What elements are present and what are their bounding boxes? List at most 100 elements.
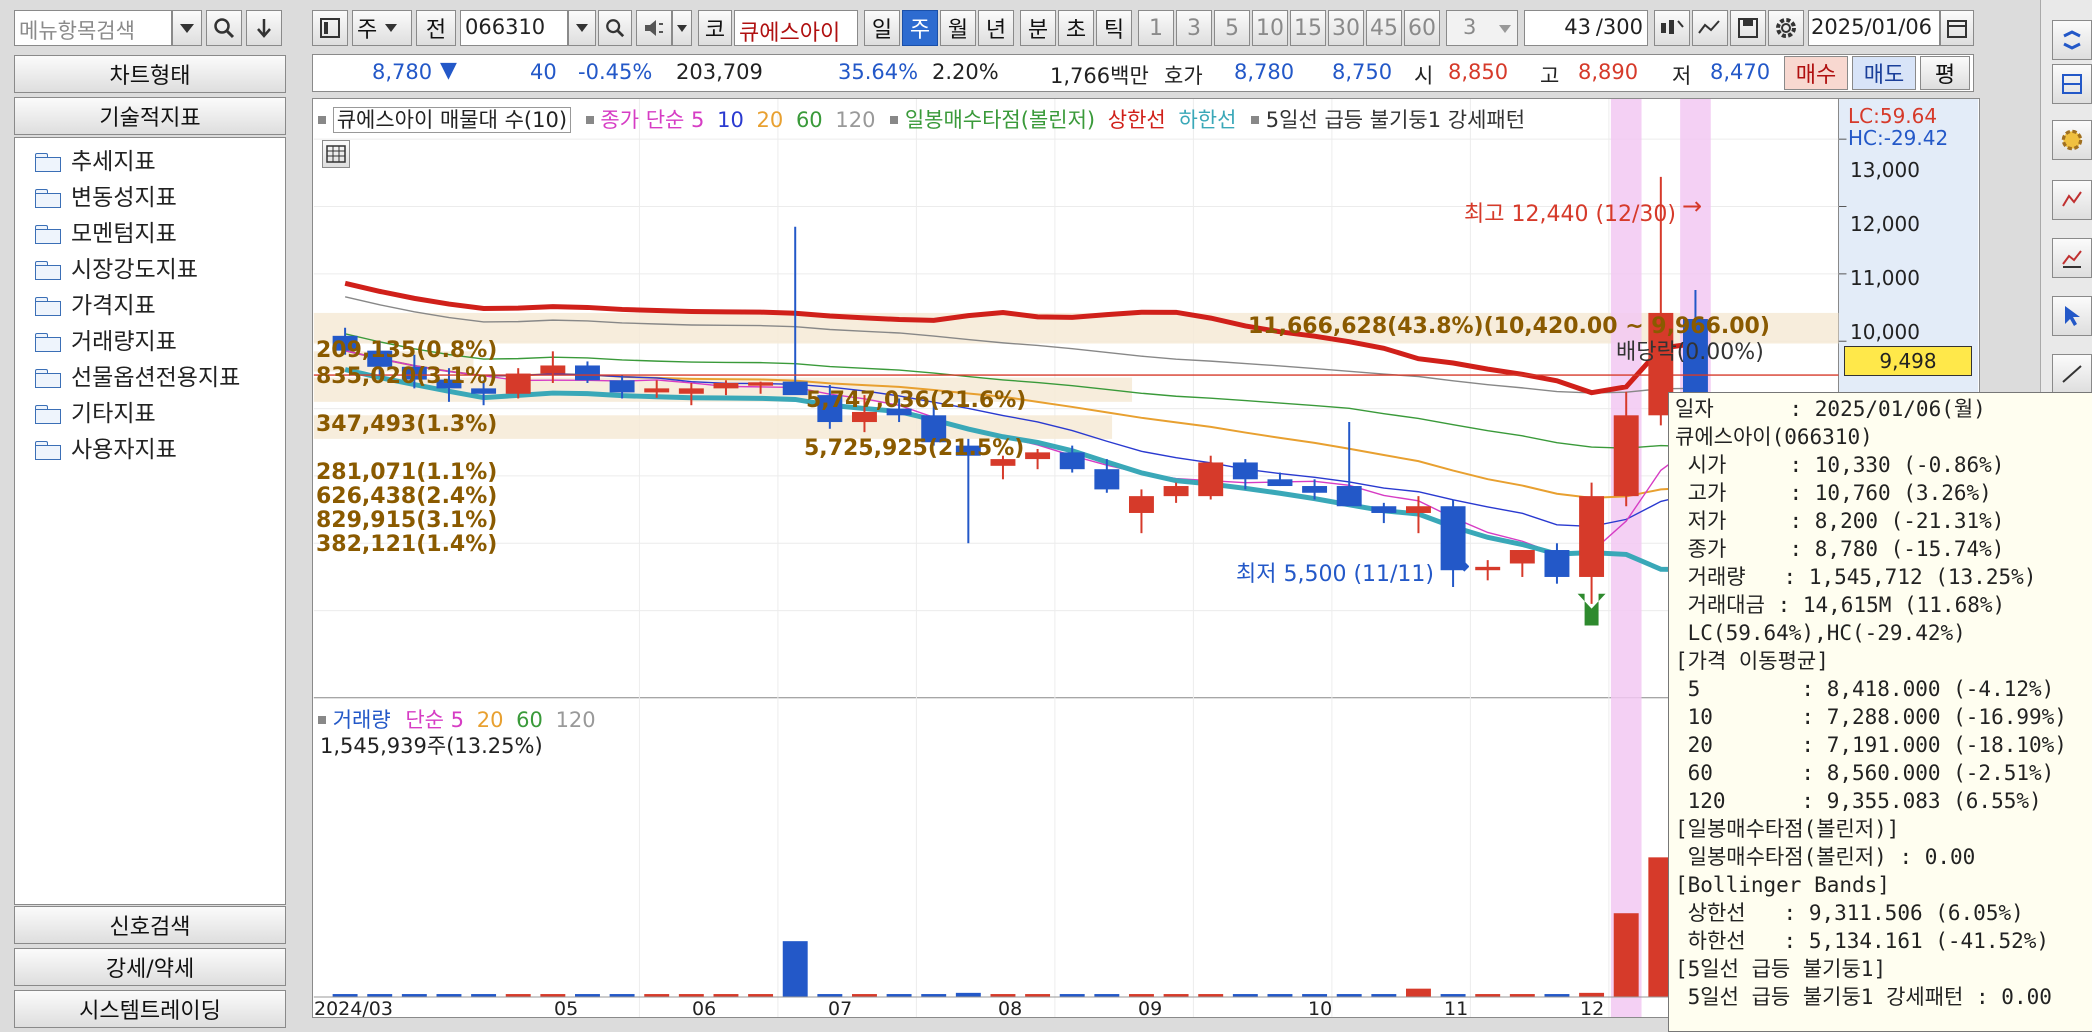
legend-marker	[890, 116, 899, 124]
vp-left-label-5: 829,915(3.1%)	[316, 508, 498, 533]
tooltip-line-bb-upper: 상한선 : 9,311.506 (6.05%)	[1675, 901, 2024, 925]
settings-button[interactable]	[1768, 10, 1804, 46]
triangle-down-icon	[385, 24, 398, 32]
system-trading-button[interactable]: 시스템트레이딩	[14, 990, 286, 1028]
legend-ma60[interactable]: 60	[796, 108, 823, 132]
period-year-button[interactable]: 년	[978, 10, 1014, 46]
right-tool-cursor[interactable]	[2052, 296, 2092, 336]
data-table-button[interactable]	[322, 140, 350, 168]
candle-body	[1613, 415, 1639, 497]
tech-indicator-button[interactable]: 기술적지표	[14, 97, 286, 135]
type-select[interactable]: 주	[352, 10, 412, 46]
volume-legend-ma60[interactable]: 60	[516, 708, 543, 732]
menu-download-button[interactable]	[246, 10, 282, 46]
tree-item-user[interactable]: 사용자지표	[35, 430, 177, 464]
period-week-button[interactable]: 주	[902, 10, 938, 46]
cursor-icon	[2065, 306, 2080, 326]
save-button[interactable]	[1730, 10, 1766, 46]
stock-code-input[interactable]: 066310	[460, 10, 568, 46]
legend-ma20[interactable]: 20	[757, 108, 784, 132]
menu-search-dropdown-button[interactable]	[172, 10, 202, 46]
table-icon	[326, 145, 346, 163]
legend-ma120[interactable]: 120	[835, 108, 875, 132]
legend-title[interactable]: 큐에스아이 매물대 수(10)	[332, 107, 572, 133]
quote-ask: 8,750	[1332, 60, 1393, 84]
quote-pct1: 35.64%	[838, 60, 919, 84]
bar-count-input[interactable]: 43 /300	[1524, 10, 1648, 46]
volume-legend-title[interactable]: 거래량	[333, 708, 391, 732]
candle-body	[1336, 486, 1362, 507]
date-input[interactable]: 2025/01/06	[1808, 10, 1940, 46]
interval-10-button[interactable]: 10	[1252, 10, 1288, 46]
chart-settings-button[interactable]	[312, 10, 348, 46]
tooltip-line-lchc: LC(59.64%),HC(-29.42%)	[1675, 621, 1966, 645]
tree-item-momentum[interactable]: 모멘텀지표	[35, 214, 177, 248]
interval-5-button[interactable]: 5	[1214, 10, 1250, 46]
avg-button[interactable]: 평	[1920, 56, 1970, 90]
candle-body	[505, 373, 531, 394]
stock-code-dropdown[interactable]	[568, 10, 596, 46]
axis-tick-12000: 12,000	[1850, 212, 1920, 236]
tree-item-trend[interactable]: 추세지표	[35, 142, 156, 176]
speaker-dropdown[interactable]	[672, 10, 692, 46]
count-select[interactable]: 3	[1446, 10, 1518, 46]
legend-buy-point[interactable]: 일봉매수타점(볼린저)	[905, 108, 1095, 132]
right-tool-settings[interactable]	[2052, 120, 2092, 160]
tree-item-etc[interactable]: 기타지표	[35, 394, 156, 428]
tree-item-volatility[interactable]: 변동성지표	[35, 178, 177, 212]
tooltip-line-ma5: 5 : 8,418.000 (-4.12%)	[1675, 677, 2055, 701]
signal-search-button[interactable]: 신호검색	[14, 906, 286, 944]
buy-button[interactable]: 매수	[1784, 56, 1848, 90]
right-tool-layout[interactable]	[2052, 64, 2092, 104]
interval-15-button[interactable]: 15	[1290, 10, 1326, 46]
unit-minute-button[interactable]: 분	[1020, 10, 1056, 46]
volume-legend-ma20[interactable]: 20	[477, 708, 504, 732]
strength-weakness-button[interactable]: 강세/약세	[14, 948, 286, 986]
legend-pattern[interactable]: 5일선 급등 불기둥1 강세패턴	[1266, 108, 1525, 132]
right-tool-line[interactable]	[2052, 354, 2092, 394]
chart-marks	[313, 374, 1839, 626]
right-tool-chart[interactable]	[2052, 238, 2092, 278]
right-tool-collapse[interactable]	[2052, 20, 2092, 60]
interval-45-button[interactable]: 45	[1366, 10, 1402, 46]
vp-left-label-6: 382,121(1.4%)	[316, 532, 498, 557]
period-day-button[interactable]: 일	[864, 10, 900, 46]
interval-1-button[interactable]: 1	[1138, 10, 1174, 46]
x-label-06: 06	[692, 998, 717, 1020]
calendar-button[interactable]	[1940, 10, 1974, 46]
unit-second-button[interactable]: 초	[1058, 10, 1094, 46]
tree-item-futures-options[interactable]: 선물옵션전용지표	[35, 358, 240, 392]
unit-tick-button[interactable]: 틱	[1096, 10, 1132, 46]
prev-button[interactable]: 전	[416, 10, 456, 46]
menu-search-input[interactable]: 메뉴항목검색	[14, 10, 172, 46]
tree-item-market-strength[interactable]: 시장강도지표	[35, 250, 198, 284]
chart-type-button[interactable]: 차트형태	[14, 55, 286, 93]
right-tool-formula[interactable]	[2052, 180, 2092, 220]
candle-body	[678, 388, 704, 394]
interval-30-button[interactable]: 30	[1328, 10, 1364, 46]
menu-search-button[interactable]	[206, 10, 242, 46]
stock-search-button[interactable]	[598, 10, 632, 46]
interval-60-button[interactable]: 60	[1404, 10, 1440, 46]
legend-ma10[interactable]: 10	[717, 108, 744, 132]
legend-lower-band[interactable]: 하한선	[1178, 108, 1236, 132]
tree-item-price[interactable]: 가격지표	[35, 286, 156, 320]
candle-body	[1163, 486, 1189, 497]
zoom-in-button[interactable]	[1654, 10, 1690, 46]
legend-ma5[interactable]: 종가 단순 5	[600, 108, 704, 132]
legend-upper-band[interactable]: 상한선	[1108, 108, 1166, 132]
interval-3-button[interactable]: 3	[1176, 10, 1212, 46]
quote-low: 8,470	[1710, 60, 1771, 84]
volume-legend-ma120[interactable]: 120	[556, 708, 596, 732]
period-month-button[interactable]: 월	[940, 10, 976, 46]
x-label-05: 05	[554, 998, 579, 1020]
tooltip-line-high: 고가 : 10,760 (3.26%)	[1675, 481, 1992, 505]
sell-button[interactable]: 매도	[1852, 56, 1916, 90]
quote-pct2: 2.20%	[932, 60, 999, 84]
zoom-out-button[interactable]	[1692, 10, 1728, 46]
volume-legend-ma5[interactable]: 단순 5	[405, 708, 464, 732]
market-button[interactable]: 코	[698, 10, 732, 46]
tree-item-volume[interactable]: 거래량지표	[35, 322, 177, 356]
current-price-tag: 9,498	[1844, 346, 1972, 376]
speaker-button[interactable]	[636, 10, 672, 46]
